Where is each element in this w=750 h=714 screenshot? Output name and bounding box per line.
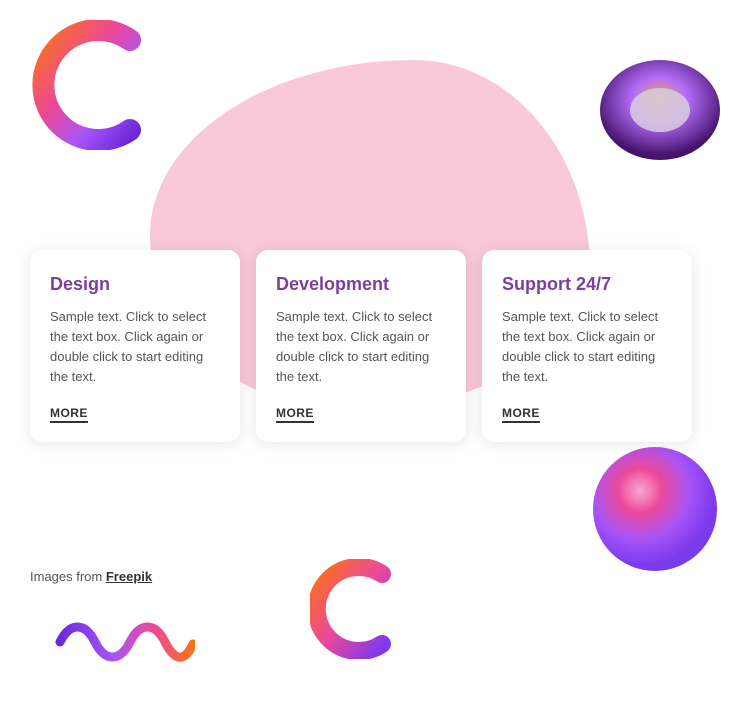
design-card-text: Sample text. Click to select the text bo…	[50, 307, 220, 388]
support-more-link[interactable]: MORE	[502, 406, 540, 423]
support-card-text: Sample text. Click to select the text bo…	[502, 307, 672, 388]
squiggle-icon	[55, 614, 195, 669]
development-more-link[interactable]: MORE	[276, 406, 314, 423]
cards-container: Design Sample text. Click to select the …	[30, 250, 692, 442]
development-card-title: Development	[276, 274, 446, 295]
c-shape-topleft-icon	[30, 20, 150, 150]
support-card-title: Support 24/7	[502, 274, 672, 295]
sphere-bottomright-icon	[590, 444, 720, 574]
design-card[interactable]: Design Sample text. Click to select the …	[30, 250, 240, 442]
c-shape-bottom-icon	[310, 559, 400, 659]
freepik-link[interactable]: Freepik	[106, 569, 152, 584]
design-more-link[interactable]: MORE	[50, 406, 88, 423]
torus-topright-icon	[590, 50, 730, 180]
footer: Images from Freepik	[30, 569, 152, 584]
development-card[interactable]: Development Sample text. Click to select…	[256, 250, 466, 442]
development-card-text: Sample text. Click to select the text bo…	[276, 307, 446, 388]
page-scene: Design Sample text. Click to select the …	[0, 0, 750, 714]
support-card[interactable]: Support 24/7 Sample text. Click to selec…	[482, 250, 692, 442]
footer-text: Images from	[30, 569, 106, 584]
design-card-title: Design	[50, 274, 220, 295]
